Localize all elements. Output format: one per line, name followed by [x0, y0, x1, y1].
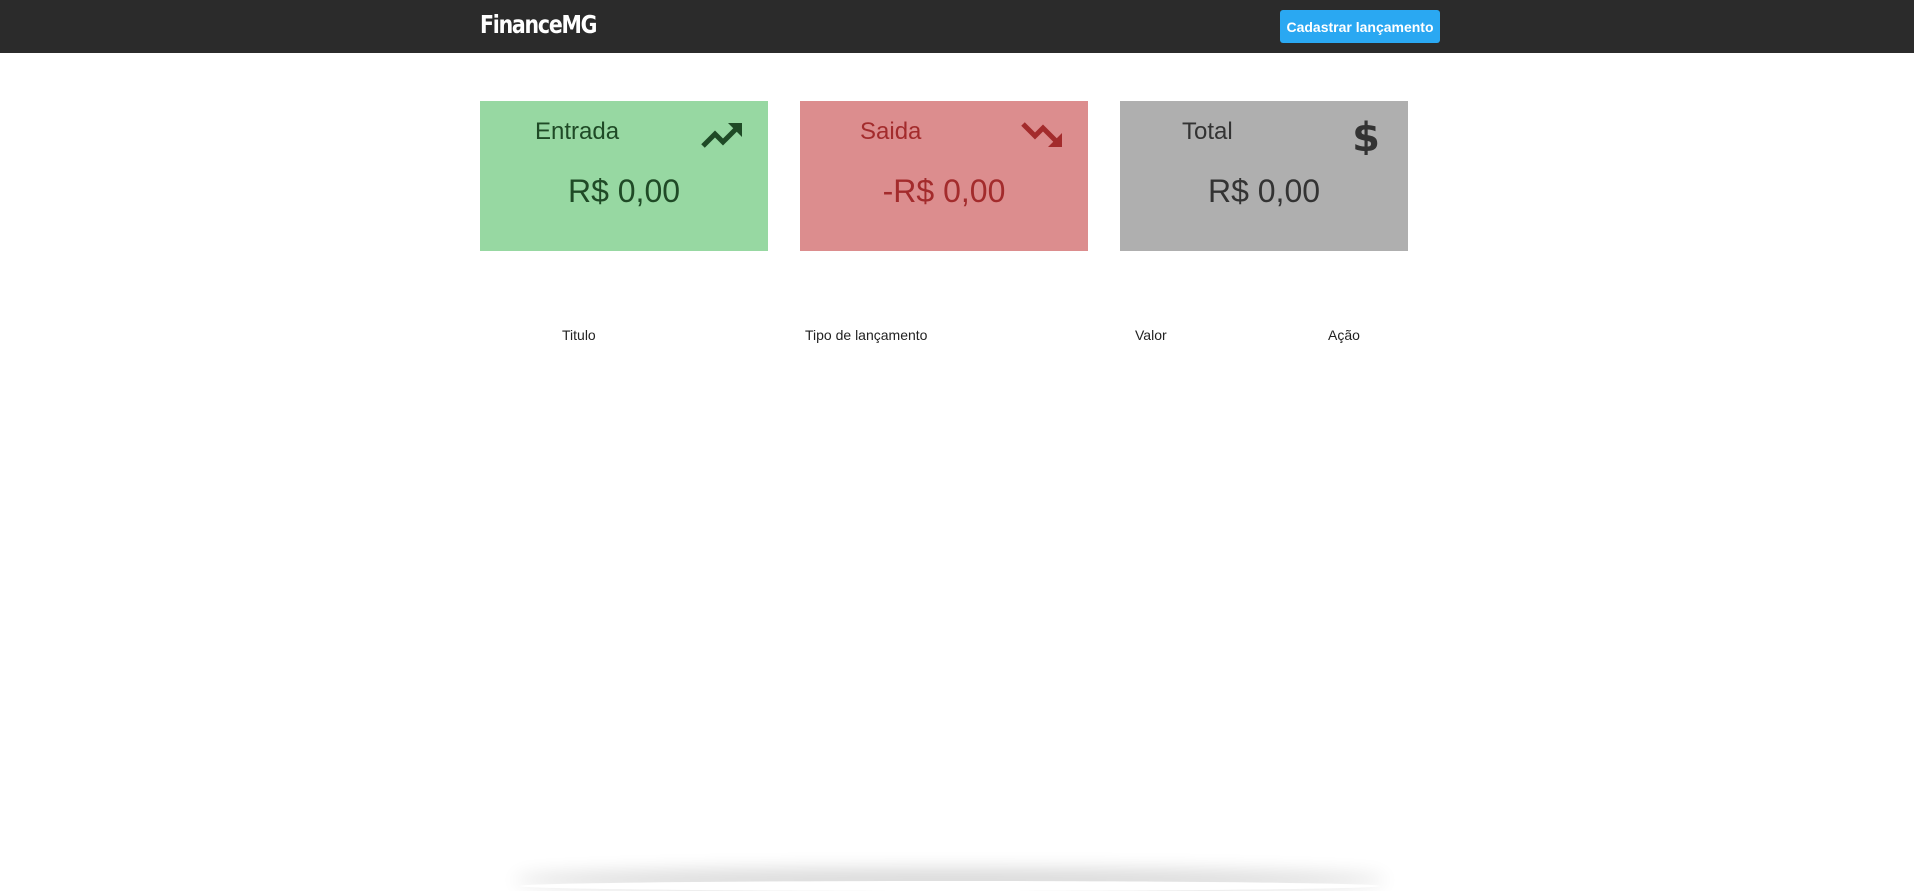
income-card: Entrada R$ 0,00	[480, 101, 768, 251]
total-card: Total $ R$ 0,00	[1120, 101, 1408, 251]
trending-down-icon	[1020, 115, 1064, 155]
income-value: R$ 0,00	[567, 173, 681, 209]
column-title: Titulo	[562, 327, 596, 343]
column-entry-type: Tipo de lançamento	[805, 327, 928, 343]
expense-label: Saida	[860, 118, 922, 145]
dollar-icon: $	[1340, 115, 1384, 161]
brand-logo[interactable]: FinanceMG	[480, 10, 598, 39]
expense-value: -R$ 0,00	[882, 173, 1006, 209]
column-value: Valor	[1135, 327, 1167, 343]
svg-text:$: $	[1352, 115, 1380, 155]
top-bar: FinanceMG Cadastrar lançamento	[0, 0, 1914, 53]
column-action: Ação	[1328, 327, 1360, 343]
trending-up-icon	[700, 115, 744, 155]
total-value: R$ 0,00	[1207, 173, 1321, 209]
income-label: Entrada	[535, 118, 620, 145]
footer-shadow	[520, 881, 1380, 891]
expense-card: Saida -R$ 0,00	[800, 101, 1088, 251]
total-label: Total	[1182, 118, 1233, 145]
add-entry-button[interactable]: Cadastrar lançamento	[1280, 10, 1440, 43]
